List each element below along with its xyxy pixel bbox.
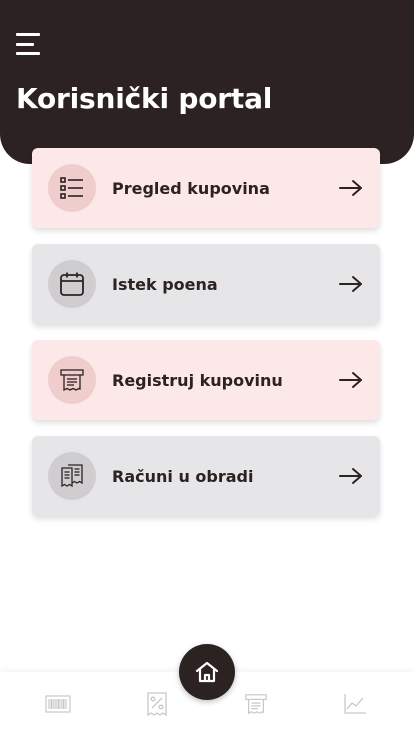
menu-card-label: Računi u obradi [112, 466, 254, 486]
receipt-scan-icon[interactable] [242, 690, 270, 718]
arrow-right-icon [339, 372, 362, 388]
menu-card-racuni-u-obradi[interactable]: Računi u obradi [32, 436, 380, 516]
arrow-right-icon [339, 468, 362, 484]
receipts-icon [48, 452, 96, 500]
home-button[interactable] [179, 644, 235, 700]
menu-card-label: Pregled kupovina [112, 178, 270, 198]
menu-card-pregled-kupovina[interactable]: Pregled kupovina [32, 148, 380, 228]
hamburger-menu-icon[interactable] [16, 33, 42, 55]
home-icon [195, 661, 219, 683]
menu-card-label: Istek poena [112, 274, 218, 294]
arrow-right-icon [339, 276, 362, 292]
menu-card-istek-poena[interactable]: Istek poena [32, 244, 380, 324]
calendar-icon [48, 260, 96, 308]
page-title: Korisnički portal [16, 82, 273, 115]
barcode-icon[interactable] [44, 690, 72, 718]
menu-card-registruj-kupovinu[interactable]: Registruj kupovinu [32, 340, 380, 420]
percent-tag-icon[interactable] [143, 690, 171, 718]
list-icon [48, 164, 96, 212]
arrow-right-icon [339, 180, 362, 196]
menu-card-label: Registruj kupovinu [112, 370, 283, 390]
chart-icon[interactable] [341, 690, 369, 718]
header: Korisnički portal [0, 0, 414, 164]
receipt-scan-icon [48, 356, 96, 404]
